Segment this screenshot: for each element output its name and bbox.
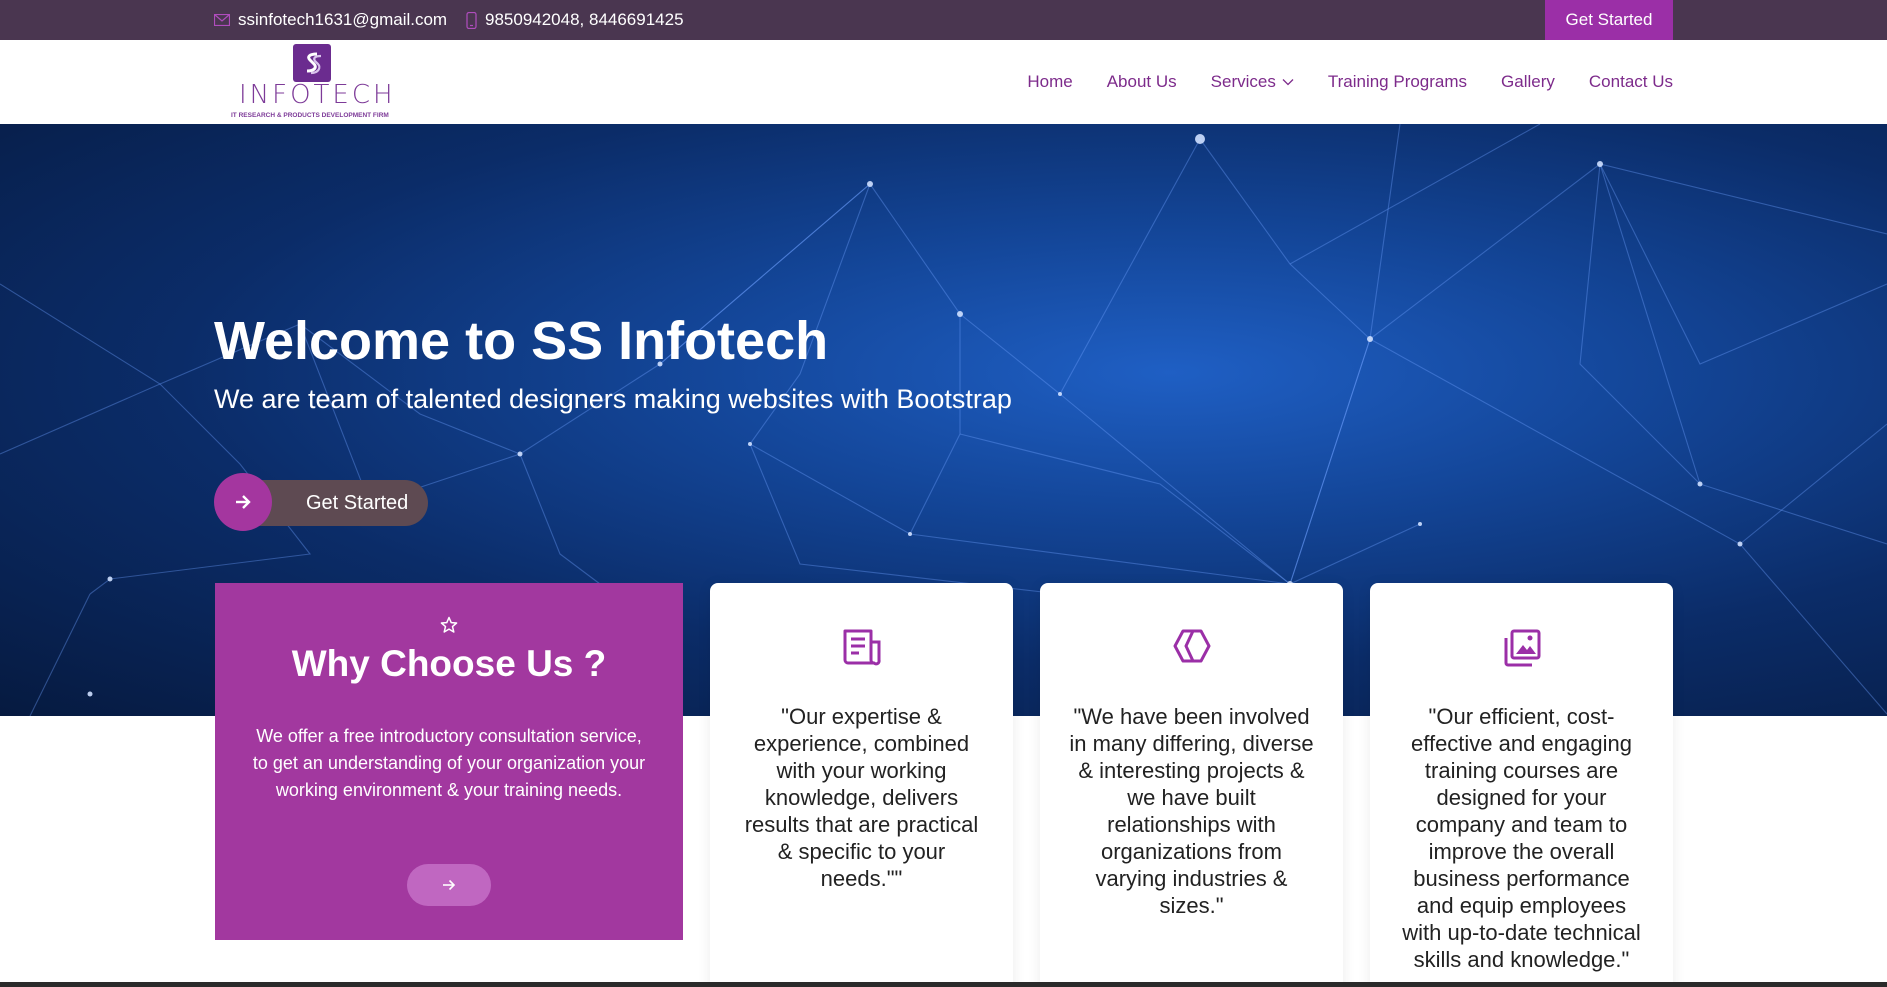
logo-wordmark: INFOTECH: [239, 80, 396, 110]
why-title: Why Choose Us ?: [291, 643, 607, 684]
nav-gallery[interactable]: Gallery: [1501, 72, 1555, 92]
images-icon: [1504, 629, 1540, 667]
star-icon: [440, 616, 458, 633]
envelope-icon: [214, 14, 230, 26]
feature-card-text: "Our expertise & experience, combined wi…: [744, 704, 979, 891]
chevron-down-icon: [1282, 79, 1294, 86]
nav-services[interactable]: Services: [1211, 72, 1294, 92]
phone-icon: [466, 11, 477, 29]
topbar-get-started-button[interactable]: Get Started: [1545, 0, 1673, 40]
why-text: We offer a free introductory consultatio…: [252, 726, 646, 800]
site-header: INFOTECH IT RESEARCH & PRODUCTS DEVELOPM…: [0, 40, 1887, 124]
email-text: ssinfotech1631@gmail.com: [238, 10, 448, 29]
why-choose-us-card: Why Choose Us ? We offer a free introduc…: [215, 583, 683, 940]
main-nav: Home About Us Services Training Programs…: [993, 40, 1673, 124]
nav-training-programs[interactable]: Training Programs: [1328, 72, 1467, 92]
phone-contact[interactable]: 9850942048, 8446691425: [466, 0, 684, 40]
phone-text: 9850942048, 8446691425: [485, 10, 684, 29]
feature-card: "Our efficient, cost-effective and engag…: [1370, 583, 1673, 987]
hero-subtitle: We are team of talented designers making…: [214, 384, 1012, 414]
logo-tagline: IT RESEARCH & PRODUCTS DEVELOPMENT FIRM: [231, 112, 389, 119]
feature-card: "We have been involved in many differing…: [1040, 583, 1343, 987]
feature-card: "Our expertise & experience, combined wi…: [710, 583, 1013, 987]
hexagon-icon: [1173, 629, 1210, 663]
feature-card-text: "Our efficient, cost-effective and engag…: [1402, 704, 1641, 972]
hero-get-started-button[interactable]: Get Started: [214, 473, 428, 533]
top-bar: ssinfotech1631@gmail.com 9850942048, 844…: [0, 0, 1887, 40]
arrow-right-icon: [443, 879, 456, 891]
nav-services-label: Services: [1210, 72, 1276, 91]
window-bottom-edge: [0, 982, 1887, 987]
arrow-right-icon: [214, 473, 272, 531]
feature-card-text: "We have been involved in many differing…: [1069, 704, 1314, 918]
newspaper-icon: [843, 629, 881, 666]
nav-contact-us[interactable]: Contact Us: [1589, 72, 1673, 92]
why-more-button[interactable]: [407, 864, 491, 906]
email-contact[interactable]: ssinfotech1631@gmail.com: [214, 0, 447, 40]
hero-title: Welcome to SS Infotech: [214, 311, 829, 371]
logo-mark: [293, 44, 331, 82]
nav-home[interactable]: Home: [1027, 72, 1072, 92]
logo[interactable]: INFOTECH IT RESEARCH & PRODUCTS DEVELOPM…: [229, 44, 404, 120]
nav-about-us[interactable]: About Us: [1107, 72, 1177, 92]
